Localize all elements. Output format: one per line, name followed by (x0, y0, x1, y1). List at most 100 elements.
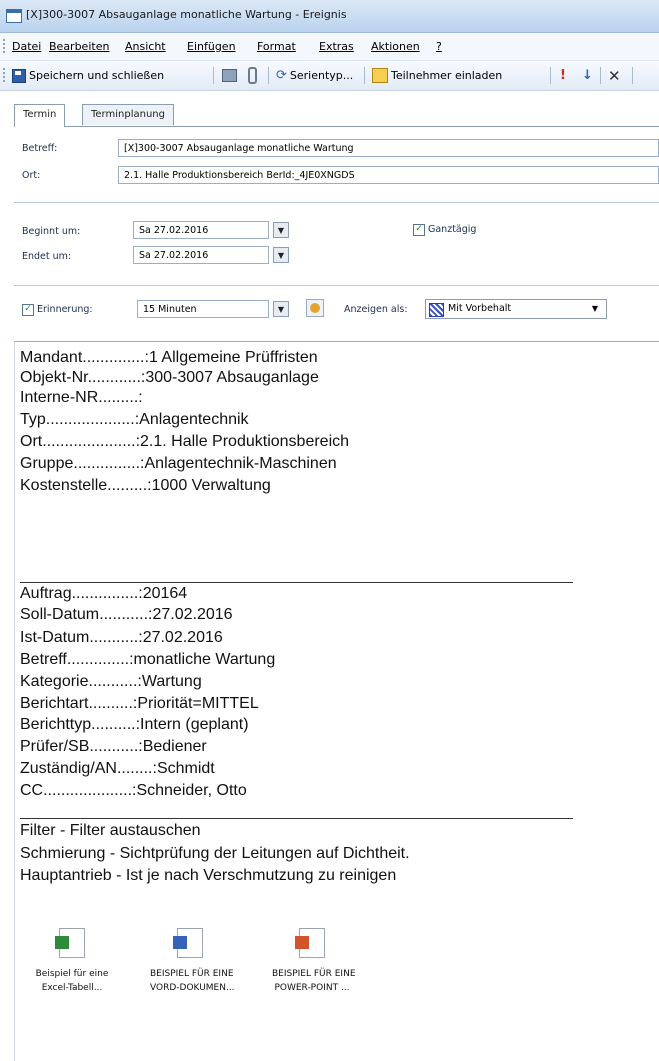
notes-line: Filter - Filter austauschen (20, 822, 201, 839)
toolbar-separator (268, 67, 269, 84)
save-close-label: Speichern und schließen (29, 69, 165, 82)
attachment-caption-line2: POWER-POINT ... (274, 983, 350, 993)
attachment-caption-line1: BEISPIEL FÜR EINE (272, 969, 356, 979)
menu-datei[interactable]: Datei (12, 40, 41, 53)
delete-icon: ✕ (608, 66, 621, 85)
notes-line: Hauptantrieb - Ist je nach Verschmutzung… (20, 867, 397, 884)
notes-line: Mandant..............:1 Allgemeine Prüff… (20, 349, 318, 366)
paperclip-icon (248, 67, 257, 84)
menu-ansicht[interactable]: Ansicht (125, 40, 166, 53)
showas-select[interactable]: Mit Vorbehalt ▼ (425, 299, 607, 319)
tab-termin[interactable]: Termin (14, 104, 66, 127)
toolbar: Speichern und schließen ⟳ Serientyp... T… (0, 61, 659, 91)
subject-label: Betreff: (22, 143, 58, 154)
down-arrow-icon: ↓ (582, 68, 593, 83)
end-date-field[interactable]: Sa 27.02.2016 (133, 246, 269, 264)
recurrence-label: Serientyp... (289, 69, 354, 82)
menu-einfuegen[interactable]: Einfügen (187, 40, 236, 53)
reminder-dropdown[interactable]: ▼ (273, 301, 289, 317)
save-close-button[interactable]: Speichern und schließen (12, 67, 164, 84)
toolbar-grip[interactable] (3, 68, 7, 82)
menu-aktionen[interactable]: Aktionen (371, 40, 420, 53)
appointment-icon (6, 9, 22, 23)
invite-attendees-button[interactable]: Teilnehmer einladen (372, 67, 502, 84)
start-label: Beginnt um: (22, 226, 81, 237)
notes-line: Auftrag...............:20164 (20, 585, 188, 602)
notes-line: Gruppe...............:Anlagentechnik-Mas… (20, 455, 337, 472)
section-divider (14, 202, 659, 203)
showas-label: Anzeigen als: (344, 304, 408, 315)
subject-field[interactable]: [X]300-3007 Absauganlage monatliche Wart… (118, 139, 659, 157)
showas-value: Mit Vorbehalt (448, 303, 512, 314)
notes-line: Kostenstelle.........:1000 Verwaltung (20, 477, 271, 494)
tentative-pattern-icon (429, 303, 444, 317)
notes-line: Interne-NR.........: (20, 389, 143, 406)
notes-line: Kategorie...........:Wartung (20, 673, 202, 690)
reminder-field[interactable]: 15 Minuten (137, 300, 269, 318)
attachment-excel[interactable]: Beispiel für eine Excel-Tabell... (32, 928, 112, 994)
notes-line: Berichtart..........:Priorität=MITTEL (20, 695, 259, 712)
attachment-caption-line2: VORD-DOKUMEN... (150, 983, 235, 993)
separator-line (20, 818, 573, 819)
window-title: [X]300-3007 Absauganlage monatliche Wart… (26, 8, 347, 21)
attachment-caption-line1: BEISPIEL FÜR EINE (150, 969, 234, 979)
recurrence-button[interactable]: ⟳ Serientyp... (276, 67, 353, 84)
notes-line: Objekt-Nr............:300-3007 Absauganl… (20, 369, 319, 386)
allday-checkbox[interactable]: ✓ (413, 224, 425, 236)
end-date-dropdown[interactable]: ▼ (273, 247, 289, 263)
start-date-dropdown[interactable]: ▼ (273, 222, 289, 238)
attachment-powerpoint[interactable]: BEISPIEL FÜR EINE POWER-POINT ... (272, 928, 356, 994)
toolbar-separator (632, 67, 633, 84)
toolbar-separator (550, 67, 551, 84)
reminder-sound-button[interactable] (306, 299, 324, 317)
invite-attendees-label: Teilnehmer einladen (391, 69, 503, 82)
tab-strip: Termin Terminplanung (14, 104, 659, 127)
powerpoint-file-icon (295, 928, 325, 958)
toolbar-grip[interactable] (3, 39, 7, 53)
location-field[interactable]: 2.1. Halle Produktionsbereich BerId:_4JE… (118, 166, 659, 184)
save-icon (12, 68, 26, 83)
print-button[interactable] (222, 67, 237, 84)
window-titlebar[interactable]: [X]300-3007 Absauganlage monatliche Wart… (0, 0, 659, 33)
chevron-down-icon: ▼ (591, 304, 598, 313)
attachment-word[interactable]: BEISPIEL FÜR EINE VORD-DOKUMEN... (150, 928, 235, 994)
tab-terminplanung[interactable]: Terminplanung (82, 104, 174, 125)
print-icon (222, 69, 237, 82)
recurrence-icon: ⟳ (276, 68, 287, 83)
notes-line: Ist-Datum...........:27.02.2016 (20, 629, 223, 646)
end-label: Endet um: (22, 251, 72, 262)
low-importance-button[interactable]: ↓ (582, 67, 593, 84)
calendar-icon (372, 68, 388, 83)
notes-line: Typ....................:Anlagentechnik (20, 411, 249, 428)
toolbar-separator (213, 67, 214, 84)
menu-bearbeiten[interactable]: Bearbeiten (49, 40, 109, 53)
notes-line: Zuständig/AN........:Schmidt (20, 760, 215, 777)
menu-bar: Datei Bearbeiten Ansicht Einfügen Format… (0, 33, 659, 61)
attachment-caption-line1: Beispiel für eine (35, 969, 109, 979)
notes-line: Soll-Datum...........:27.02.2016 (20, 606, 233, 623)
word-file-icon (173, 928, 203, 958)
attachment-caption-line2: Excel-Tabell... (41, 983, 103, 993)
notes-line: Prüfer/SB...........:Bediener (20, 738, 207, 755)
menu-help[interactable]: ? (436, 40, 442, 53)
high-importance-button[interactable]: ! (560, 67, 566, 84)
reminder-checkbox[interactable]: ✓ (22, 304, 34, 316)
excel-file-icon (55, 928, 85, 958)
separator-line (20, 582, 573, 583)
delete-button[interactable]: ✕ (608, 66, 621, 85)
attach-button[interactable] (248, 67, 257, 84)
toolbar-separator (364, 67, 365, 84)
location-label: Ort: (22, 170, 41, 181)
allday-label: Ganztägig (428, 224, 477, 235)
reminder-label: Erinnerung: (37, 304, 93, 315)
menu-format[interactable]: Format (257, 40, 296, 53)
notes-line: CC....................:Schneider, Otto (20, 782, 247, 799)
notes-line: Schmierung - Sichtprüfung der Leitungen … (20, 845, 410, 862)
notes-line: Ort.....................:2.1. Halle Prod… (20, 433, 350, 450)
notes-line: Betreff..............:monatliche Wartung (20, 651, 276, 668)
section-divider (14, 285, 659, 286)
exclamation-icon: ! (560, 68, 566, 83)
start-date-field[interactable]: Sa 27.02.2016 (133, 221, 269, 239)
menu-extras[interactable]: Extras (319, 40, 354, 53)
toolbar-separator (600, 67, 601, 84)
